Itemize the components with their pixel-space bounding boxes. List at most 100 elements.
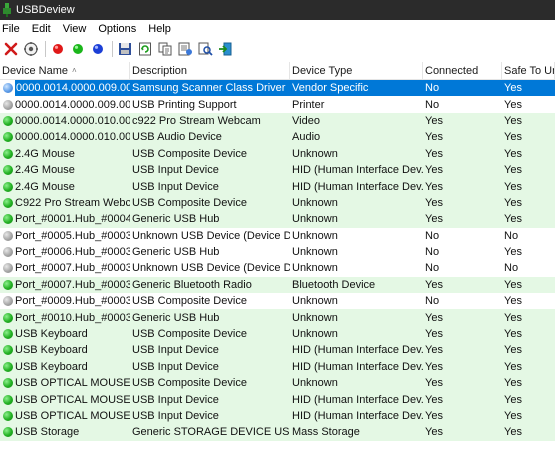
table-row[interactable]: 2.4G Mouse USB Input Device HID (Human Int… <box>0 178 555 195</box>
device-name: Port_#0007.Hub_#0003 <box>15 278 130 291</box>
description-cell: USB Input Device <box>132 164 219 177</box>
table-row[interactable]: 2.4G Mouse USB Composite Device Unknown Yes… <box>0 145 555 162</box>
safe-to-unplug-cell: Yes <box>504 278 522 291</box>
blue-dot-icon[interactable] <box>89 40 107 58</box>
connected-cell: Yes <box>425 344 443 357</box>
device-type-cell: Printer <box>292 98 325 111</box>
device-name: USB OPTICAL MOUSE <box>15 377 130 390</box>
device-name-cell: USB Keyboard <box>0 342 130 358</box>
connected-cell: Yes <box>425 131 443 144</box>
device-list[interactable]: Device Name ˄ Description Device Type Co… <box>0 62 555 470</box>
toolbar-separator <box>112 41 113 57</box>
menu-options[interactable]: Options <box>96 23 140 35</box>
menu-file[interactable]: File <box>0 23 24 35</box>
device-type-cell: HID (Human Interface Dev... <box>292 344 423 357</box>
device-type-cell: Unknown <box>292 229 338 242</box>
table-row[interactable]: 2.4G Mouse USB Input Device HID (Human Int… <box>0 161 555 179</box>
menu-edit[interactable]: Edit <box>30 23 55 35</box>
connected-cell: Yes <box>425 114 443 127</box>
menu-help[interactable]: Help <box>146 23 175 35</box>
column-header-device-type[interactable]: Device Type <box>290 62 423 80</box>
menu-view[interactable]: View <box>61 23 91 35</box>
connected-cell: Yes <box>425 328 443 341</box>
table-row[interactable]: 0000.0014.0000.009.00... Samsung Scanner … <box>0 80 555 97</box>
device-name-cell: USB OPTICAL MOUSE <box>0 375 130 391</box>
connected-cell: Yes <box>425 393 443 406</box>
copy-icon[interactable] <box>156 40 174 58</box>
device-type-cell: Video <box>292 114 320 127</box>
connected-cell: Yes <box>425 213 443 226</box>
table-row[interactable]: Port_#0001.Hub_#0004 Generic USB Hub Unkno… <box>0 211 555 228</box>
table-row[interactable]: USB OPTICAL MOUSE USB Composite Device Unk… <box>0 375 555 392</box>
usbdeview-app-icon <box>2 3 12 17</box>
table-row[interactable]: USB Keyboard USB Input Device HID (Human I… <box>0 358 555 376</box>
table-row[interactable]: Port_#0010.Hub_#0003 Generic USB Hub Unkno… <box>0 309 555 326</box>
menu-bar: File Edit View Options Help <box>0 20 555 38</box>
device-type-cell: Unknown <box>292 196 338 209</box>
device-name: 2.4G Mouse <box>15 164 75 177</box>
device-type-cell: HID (Human Interface Dev... <box>292 393 423 406</box>
safe-to-unplug-cell: Yes <box>504 164 522 177</box>
table-row[interactable]: USB OPTICAL MOUSE USB Input Device HID (Hu… <box>0 407 555 425</box>
device-type-cell: Bluetooth Device <box>292 278 376 291</box>
device-rows: 0000.0014.0000.009.00... Samsung Scanner … <box>0 80 555 441</box>
device-name: 2.4G Mouse <box>15 180 75 193</box>
connected-cell: No <box>423 80 502 97</box>
green-status-dot-icon <box>3 394 13 405</box>
refresh-icon[interactable] <box>136 40 154 58</box>
connected-cell: No <box>425 295 440 308</box>
safe-to-unplug-cell: Yes <box>504 98 522 111</box>
device-name-cell: USB OPTICAL MOUSE <box>0 408 130 424</box>
table-row[interactable]: Port_#0007.Hub_#0003 Generic Bluetooth Ra… <box>0 276 555 294</box>
toolbar-separator <box>45 41 46 57</box>
find-icon[interactable] <box>196 40 214 58</box>
device-name-cell: 0000.0014.0000.010.00... <box>0 129 130 145</box>
device-type-cell: Vendor Specific <box>290 80 423 97</box>
column-header-connected[interactable]: Connected <box>423 62 502 80</box>
green-status-dot-icon <box>3 312 13 323</box>
column-header-description[interactable]: Description <box>130 62 290 80</box>
description-cell: Generic USB Hub <box>132 246 220 259</box>
red-dot-icon[interactable] <box>49 40 67 58</box>
table-row[interactable]: C922 Pro Stream Webc... USB Composite Dev… <box>0 194 555 212</box>
column-header-row: Device Name ˄ Description Device Type Co… <box>0 62 555 80</box>
connected-cell: Yes <box>425 410 443 422</box>
green-dot-icon[interactable] <box>69 40 87 58</box>
device-type-cell: HID (Human Interface Dev... <box>292 360 423 373</box>
device-name: 0000.0014.0000.009.00... <box>15 98 130 111</box>
device-name-cell: 2.4G Mouse <box>0 179 130 195</box>
safe-to-unplug-cell: Yes <box>504 180 522 193</box>
green-status-dot-icon <box>3 329 13 340</box>
table-row[interactable]: 0000.0014.0000.010.00... c922 Pro Stream … <box>0 112 555 130</box>
safe-to-unplug-cell: Yes <box>504 114 522 127</box>
grey-status-dot-icon <box>3 296 13 307</box>
delete-icon[interactable] <box>2 40 20 58</box>
table-row[interactable]: 0000.0014.0000.010.00... USB Audio Device… <box>0 129 555 146</box>
safe-to-unplug-cell: Yes <box>502 80 555 97</box>
table-row[interactable]: USB Keyboard USB Input Device HID (Human I… <box>0 342 555 359</box>
safe-to-unplug-cell: Yes <box>504 311 522 324</box>
table-row[interactable]: USB Storage Generic STORAGE DEVICE USB ..… <box>0 424 555 441</box>
green-status-dot-icon <box>3 361 13 372</box>
save-icon[interactable] <box>116 40 134 58</box>
device-name: C922 Pro Stream Webc... <box>15 196 130 209</box>
table-row[interactable]: USB OPTICAL MOUSE USB Input Device HID (Hu… <box>0 391 555 408</box>
device-type-cell: Unknown <box>292 311 338 324</box>
table-row[interactable]: Port_#0009.Hub_#0003 USB Composite Device… <box>0 293 555 310</box>
table-row[interactable]: USB Keyboard USB Composite Device Unknown Y… <box>0 325 555 343</box>
table-row[interactable]: 0000.0014.0000.009.00... USB Printing Sup… <box>0 96 555 113</box>
device-name-cell: 0000.0014.0000.009.00... <box>0 80 130 97</box>
column-header-safe-to-unplug[interactable]: Safe To Un <box>502 62 555 80</box>
green-status-dot-icon <box>3 214 13 225</box>
table-row[interactable]: Port_#0006.Hub_#0003 Generic USB Hub Unkno… <box>0 243 555 261</box>
table-row[interactable]: Port_#0005.Hub_#0003 Unknown USB Device (… <box>0 227 555 244</box>
connected-cell: Yes <box>425 147 443 160</box>
description-cell: Generic USB Hub <box>132 311 220 324</box>
column-header-device-name[interactable]: Device Name ˄ <box>0 62 130 80</box>
html-report-icon[interactable] <box>176 40 194 58</box>
grey-status-dot-icon <box>3 263 13 274</box>
table-row[interactable]: Port_#0007.Hub_#0003 Unknown USB Device (… <box>0 260 555 277</box>
properties-icon[interactable] <box>22 40 40 58</box>
exit-icon[interactable] <box>216 40 234 58</box>
description-cell: Generic STORAGE DEVICE USB ... <box>132 426 290 439</box>
